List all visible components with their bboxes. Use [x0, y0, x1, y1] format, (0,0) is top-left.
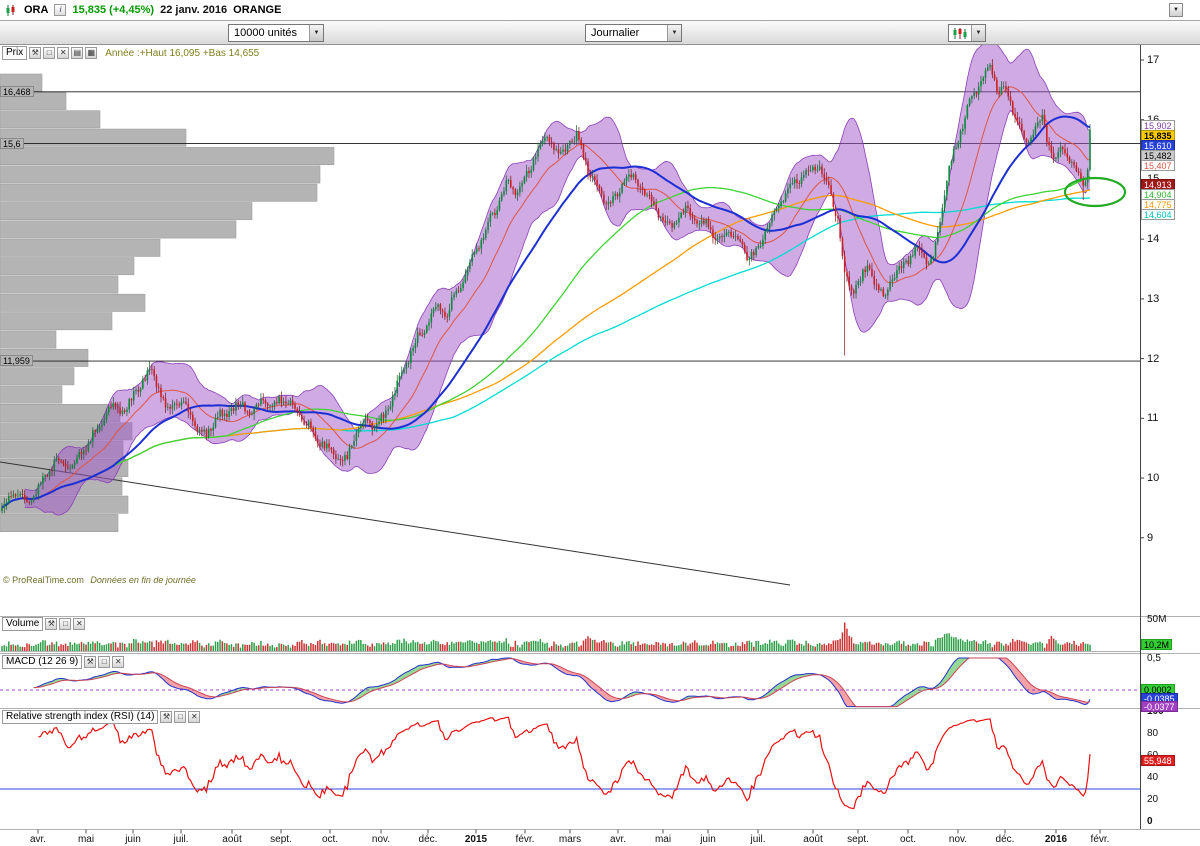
- price-level-tag: 15,6: [0, 138, 24, 149]
- chart-toolbar: 10000 unités ▼ Journalier ▼ ▼: [0, 21, 1200, 45]
- price-axis-label: 17: [1147, 54, 1159, 66]
- instrument-chart-icon: [5, 4, 18, 17]
- window-icon[interactable]: □: [59, 618, 71, 630]
- price-tag: 14,604: [1141, 209, 1175, 220]
- price-panel-header: Prix ⚒ □ ✕ ▤ ▦ Année :+Haut 16,095 +Bas …: [2, 46, 259, 60]
- units-select[interactable]: 10000 unités ▼: [228, 24, 324, 42]
- close-icon[interactable]: ✕: [188, 711, 200, 723]
- settings-tool-icon[interactable]: ⚒: [45, 618, 57, 630]
- macd-axis-label: 0,5: [1147, 653, 1161, 664]
- x-axis-month-label: févr.: [509, 834, 541, 845]
- layers-icon[interactable]: ▤: [71, 47, 83, 59]
- copyright-site: © ProRealTime.com: [3, 575, 84, 585]
- price-level-tag: 11,959: [0, 355, 33, 366]
- volume-axis-label: 50M: [1147, 614, 1166, 625]
- x-axis-month-label: nov.: [365, 834, 397, 845]
- x-axis-month-label: juin: [692, 834, 724, 845]
- price-axis-label: 14: [1147, 233, 1159, 245]
- price-axis-label: 11: [1147, 412, 1158, 424]
- copyright-label: © ProRealTime.com Données en fin de jour…: [3, 575, 196, 585]
- x-axis-month-label: mai: [647, 834, 679, 845]
- x-axis-month-label: déc.: [989, 834, 1021, 845]
- x-axis-month-label: sept.: [842, 834, 874, 845]
- volume-panel-header: Volume ⚒ □ ✕: [2, 617, 85, 631]
- info-icon[interactable]: i: [54, 4, 66, 16]
- close-icon[interactable]: ✕: [112, 656, 124, 668]
- grid-icon[interactable]: ▦: [85, 47, 97, 59]
- volume-tag: 10,2M: [1141, 639, 1172, 650]
- settings-tool-icon[interactable]: ⚒: [29, 47, 41, 59]
- price-level-tag: 16,468: [0, 86, 34, 97]
- x-axis-month-label: avr.: [602, 834, 634, 845]
- prorealtime-chart-window: ORA i 15,835 (+4,45%) 22 janv. 2016 ORAN…: [0, 0, 1200, 846]
- x-axis-month-label: déc.: [412, 834, 444, 845]
- rsi-panel-header: Relative strength index (RSI) (14) ⚒ □ ✕: [2, 710, 200, 724]
- timeframe-select-value: Journalier: [586, 27, 667, 39]
- x-axis-month-label: juil.: [165, 834, 197, 845]
- price-axis-label: 12: [1147, 353, 1159, 365]
- window-icon[interactable]: □: [43, 47, 55, 59]
- price-panel-title: Prix: [2, 46, 27, 60]
- chevron-down-icon: ▼: [667, 25, 681, 41]
- last-quote-label: 15,835 (+4,45%): [72, 4, 154, 16]
- rsi-axis-label: 20: [1147, 794, 1158, 805]
- rsi-axis-label: 80: [1147, 728, 1158, 739]
- x-axis-month-label: août: [216, 834, 248, 845]
- symbol-label: ORA: [24, 4, 48, 16]
- units-select-value: 10000 unités: [229, 27, 309, 39]
- chevron-down-icon: ▼: [1173, 7, 1179, 13]
- chart-style-button[interactable]: ▼: [948, 24, 986, 42]
- chevron-down-icon: ▼: [309, 25, 323, 41]
- macd-panel-title: MACD (12 26 9): [2, 655, 82, 669]
- x-axis-month-label: juil.: [742, 834, 774, 845]
- rsi-axis-label: 40: [1147, 772, 1158, 783]
- x-axis-month-label: avr.: [22, 834, 54, 845]
- title-bar: ORA i 15,835 (+4,45%) 22 janv. 2016 ORAN…: [0, 0, 1200, 21]
- x-axis-month-label: juin: [117, 834, 149, 845]
- copyright-note: Données en fin de journée: [90, 575, 196, 585]
- timeframe-select[interactable]: Journalier ▼: [585, 24, 682, 42]
- rsi-tag: 55,948: [1141, 755, 1175, 766]
- annual-range-label: Année :+Haut 16,095 +Bas 14,655: [105, 48, 259, 59]
- rsi-axis-label: 0: [1147, 816, 1153, 827]
- settings-tool-icon[interactable]: ⚒: [160, 711, 172, 723]
- window-icon[interactable]: □: [174, 711, 186, 723]
- price-tag: 15,407: [1141, 160, 1175, 171]
- instrument-name-label: ORANGE: [233, 4, 281, 16]
- x-axis-month-label: 2015: [460, 834, 492, 845]
- macd-panel-header: MACD (12 26 9) ⚒ □ ✕: [2, 655, 124, 669]
- price-axis-label: 10: [1147, 472, 1159, 484]
- x-axis-month-label: févr.: [1084, 834, 1116, 845]
- x-axis-month-label: sept.: [265, 834, 297, 845]
- x-axis-month-label: 2016: [1040, 834, 1072, 845]
- close-icon[interactable]: ✕: [57, 47, 69, 59]
- x-axis-month-label: oct.: [892, 834, 924, 845]
- chevron-down-icon: ▼: [971, 25, 985, 41]
- candlestick-style-icon: [949, 25, 971, 41]
- x-axis-month-label: nov.: [942, 834, 974, 845]
- macd-tag: -0,0377: [1141, 701, 1178, 712]
- x-axis-month-label: oct.: [314, 834, 346, 845]
- volume-panel-title: Volume: [2, 617, 43, 631]
- x-axis-month-label: mars: [554, 834, 586, 845]
- rsi-panel-title: Relative strength index (RSI) (14): [2, 710, 158, 724]
- price-axis-label: 9: [1147, 532, 1153, 544]
- window-icon[interactable]: □: [98, 656, 110, 668]
- x-axis-month-label: mai: [70, 834, 102, 845]
- quote-date-label: 22 janv. 2016: [160, 4, 227, 16]
- settings-tool-icon[interactable]: ⚒: [84, 656, 96, 668]
- price-axis-label: 13: [1147, 293, 1159, 305]
- x-axis-month-label: août: [797, 834, 829, 845]
- collapse-panel-button[interactable]: ▼: [1169, 3, 1183, 17]
- close-icon[interactable]: ✕: [73, 618, 85, 630]
